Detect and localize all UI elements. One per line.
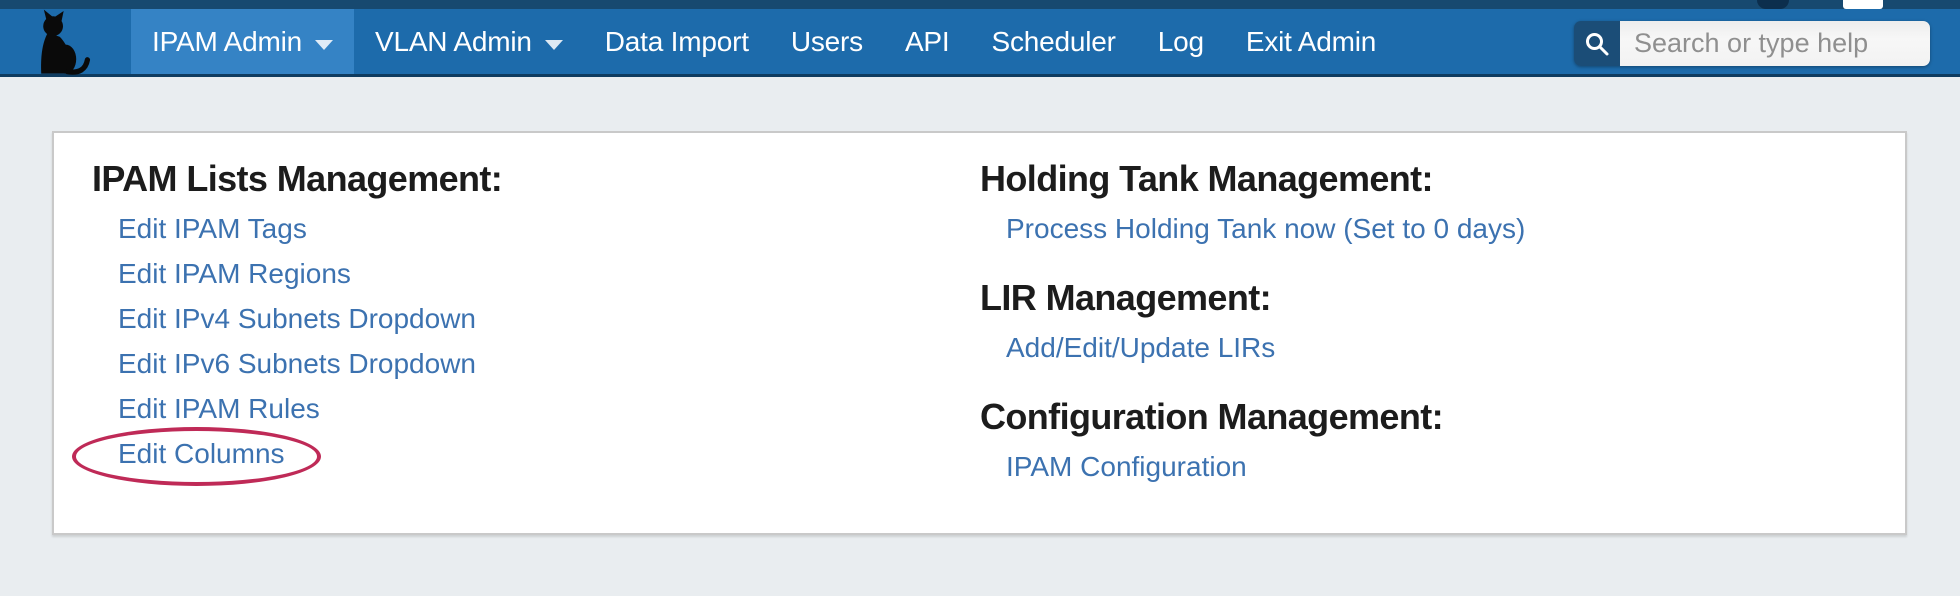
nav-item-users[interactable]: Users [770, 9, 884, 74]
nav-item-label: Exit Admin [1246, 26, 1376, 58]
chrome-notch [1757, 0, 1789, 9]
nav-item-scheduler[interactable]: Scheduler [970, 9, 1136, 74]
nav-item-vlan-admin[interactable]: VLAN Admin [354, 9, 584, 74]
lir-links: Add/Edit/Update LIRs [980, 328, 1905, 373]
nav-item-label: Log [1158, 26, 1204, 58]
ipam-lists-management-section: IPAM Lists Management: Edit IPAM Tags Ed… [92, 159, 980, 533]
navbar: IPAM Admin VLAN Admin Data Import Users … [0, 9, 1960, 77]
nav-item-label: API [905, 26, 950, 58]
section-heading-configuration: Configuration Management: [980, 397, 1905, 437]
nav-item-api[interactable]: API [884, 9, 971, 74]
nav-item-data-import[interactable]: Data Import [584, 9, 770, 74]
nav-item-label: Users [791, 26, 863, 58]
search-icon[interactable] [1574, 21, 1620, 66]
nav-item-label: IPAM Admin [152, 26, 302, 58]
holding-tank-management-section: Holding Tank Management: Process Holding… [980, 159, 1905, 254]
chevron-down-icon [545, 40, 563, 50]
cat-logo-icon [33, 9, 93, 75]
configuration-links: IPAM Configuration [980, 447, 1905, 492]
nav-item-label: Scheduler [991, 26, 1115, 58]
chrome-white-fragment [1843, 0, 1883, 9]
list-item: Edit IPAM Regions [118, 254, 980, 299]
link-edit-ipv4-subnets-dropdown[interactable]: Edit IPv4 Subnets Dropdown [118, 303, 476, 334]
link-process-holding-tank[interactable]: Process Holding Tank now (Set to 0 days) [1006, 213, 1525, 244]
nav-item-log[interactable]: Log [1137, 9, 1225, 74]
nav-menu: IPAM Admin VLAN Admin Data Import Users … [131, 9, 1397, 74]
list-item: Edit Columns [118, 434, 980, 479]
link-ipam-configuration[interactable]: IPAM Configuration [1006, 451, 1247, 482]
link-edit-ipam-regions[interactable]: Edit IPAM Regions [118, 258, 351, 289]
section-heading-holding-tank: Holding Tank Management: [980, 159, 1905, 199]
brand-logo[interactable] [0, 9, 131, 74]
nav-item-ipam-admin[interactable]: IPAM Admin [131, 9, 354, 74]
list-item: Process Holding Tank now (Set to 0 days) [1006, 209, 1905, 254]
lir-management-section: LIR Management: Add/Edit/Update LIRs [980, 278, 1905, 373]
list-item: Edit IPAM Tags [118, 209, 980, 254]
list-item: Edit IPAM Rules [118, 389, 980, 434]
section-heading-lir: LIR Management: [980, 278, 1905, 318]
link-add-edit-update-lirs[interactable]: Add/Edit/Update LIRs [1006, 332, 1275, 363]
link-edit-columns[interactable]: Edit Columns [118, 438, 285, 469]
search-box [1574, 21, 1930, 66]
list-item: IPAM Configuration [1006, 447, 1905, 492]
nav-item-label: VLAN Admin [375, 26, 532, 58]
link-edit-ipam-rules[interactable]: Edit IPAM Rules [118, 393, 320, 424]
search-input[interactable] [1620, 21, 1930, 66]
section-heading-ipam-lists: IPAM Lists Management: [92, 159, 980, 199]
browser-chrome-strip [0, 0, 1960, 9]
list-item: Edit IPv6 Subnets Dropdown [118, 344, 980, 389]
annotated-link-wrapper: Edit Columns [118, 434, 285, 479]
link-edit-ipam-tags[interactable]: Edit IPAM Tags [118, 213, 307, 244]
nav-item-label: Data Import [605, 26, 749, 58]
nav-item-exit-admin[interactable]: Exit Admin [1225, 9, 1397, 74]
configuration-management-section: Configuration Management: IPAM Configura… [980, 397, 1905, 492]
top-navigation: IPAM Admin VLAN Admin Data Import Users … [0, 0, 1960, 77]
list-item: Add/Edit/Update LIRs [1006, 328, 1905, 373]
admin-panel: IPAM Lists Management: Edit IPAM Tags Ed… [52, 131, 1907, 535]
right-column: Holding Tank Management: Process Holding… [980, 159, 1905, 533]
list-item: Edit IPv4 Subnets Dropdown [118, 299, 980, 344]
link-edit-ipv6-subnets-dropdown[interactable]: Edit IPv6 Subnets Dropdown [118, 348, 476, 379]
chevron-down-icon [315, 40, 333, 50]
ipam-lists-links: Edit IPAM Tags Edit IPAM Regions Edit IP… [92, 209, 980, 479]
holding-tank-links: Process Holding Tank now (Set to 0 days) [980, 209, 1905, 254]
